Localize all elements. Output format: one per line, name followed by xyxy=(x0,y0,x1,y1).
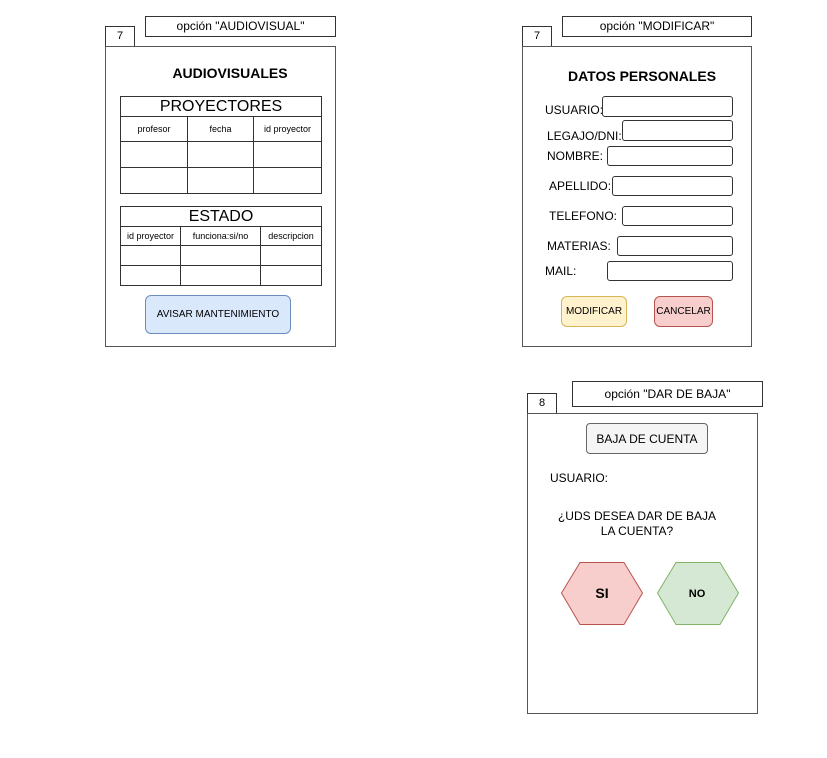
nombre-label: NOMBRE: xyxy=(547,149,604,163)
materias-label: MATERIAS: xyxy=(547,239,611,253)
baja-option-tag: opción "DAR DE BAJA" xyxy=(572,381,763,407)
table-cell xyxy=(259,245,323,266)
table-cell xyxy=(180,245,261,266)
modificar-option-text: opción "MODIFICAR" xyxy=(599,19,715,33)
estado-table: ESTADO id proyector funciona:si/no descr… xyxy=(119,206,323,286)
table-cell xyxy=(252,167,323,194)
datos-personales-title: DATOS PERSONALES xyxy=(567,68,717,84)
baja-question-line2: LA CUENTA? xyxy=(600,524,674,538)
baja-option-text: opción "DAR DE BAJA" xyxy=(604,387,731,401)
modificar-screen-number-text: 7 xyxy=(533,30,541,42)
audiovisual-screen-number: 7 xyxy=(105,26,135,47)
no-label: NO xyxy=(689,588,706,600)
legajo-field[interactable] xyxy=(622,120,733,141)
table-cell xyxy=(120,245,181,266)
no-button[interactable]: NO xyxy=(656,561,740,626)
cancelar-button[interactable]: CANCELAR xyxy=(654,296,713,327)
audiovisual-title: AUDIOVISUALES xyxy=(172,65,288,81)
baja-question-line1: ¿UDS DESEA DAR DE BAJA xyxy=(557,509,717,523)
telefono-label: TELEFONO: xyxy=(549,209,618,223)
table-cell xyxy=(187,167,254,194)
usuario-field[interactable] xyxy=(602,96,733,117)
proyectores-table: PROYECTORES profesor fecha id proyector xyxy=(119,96,323,194)
audiovisual-option-tag: opción "AUDIOVISUAL" xyxy=(145,16,336,37)
baja-screen-number-text: 8 xyxy=(538,397,546,409)
estado-caption: ESTADO xyxy=(119,206,323,227)
mail-field[interactable] xyxy=(607,261,733,281)
estado-col-funciona: funciona:si/no xyxy=(180,226,261,246)
si-label: SI xyxy=(595,585,608,601)
materias-field[interactable] xyxy=(617,236,733,256)
estado-col-id: id proyector xyxy=(120,226,181,246)
proyectores-col-fecha: fecha xyxy=(187,116,254,142)
avisar-mantenimiento-button[interactable]: AVISAR MANTENIMIENTO xyxy=(145,295,291,334)
proyectores-caption: PROYECTORES xyxy=(119,96,323,117)
cancelar-button-label: CANCELAR xyxy=(656,306,711,317)
proyectores-col-profesor: profesor xyxy=(120,116,188,142)
modificar-screen xyxy=(522,46,752,347)
proyectores-col-id: id proyector xyxy=(252,116,323,142)
audiovisual-screen-number-text: 7 xyxy=(116,30,124,42)
modificar-button[interactable]: MODIFICAR xyxy=(561,296,627,327)
avisar-mantenimiento-label: AVISAR MANTENIMIENTO xyxy=(156,309,280,320)
si-button[interactable]: SI xyxy=(560,561,644,626)
nombre-field[interactable] xyxy=(607,146,733,166)
apellido-field[interactable] xyxy=(612,176,733,196)
legajo-label: LEGAJO/DNI: xyxy=(547,129,622,143)
table-cell xyxy=(252,141,323,168)
baja-de-cuenta-label: BAJA DE CUENTA xyxy=(596,431,698,446)
usuario-label: USUARIO: xyxy=(545,103,604,117)
table-cell xyxy=(187,141,254,168)
modificar-option-tag: opción "MODIFICAR" xyxy=(562,16,752,37)
baja-de-cuenta-header: BAJA DE CUENTA xyxy=(586,423,708,454)
estado-col-descripcion: descripcion xyxy=(259,226,323,246)
baja-question: ¿UDS DESEA DAR DE BAJA LA CUENTA? xyxy=(547,509,727,539)
table-cell xyxy=(120,265,181,286)
table-cell xyxy=(120,141,188,168)
table-cell xyxy=(180,265,261,286)
apellido-label: APELLIDO: xyxy=(549,179,612,193)
table-cell xyxy=(120,167,188,194)
modificar-button-label: MODIFICAR xyxy=(565,306,623,317)
telefono-field[interactable] xyxy=(622,206,733,226)
baja-screen-number: 8 xyxy=(527,393,557,414)
baja-usuario-label: USUARIO: xyxy=(550,471,609,485)
mail-label: MAIL: xyxy=(545,264,577,278)
table-cell xyxy=(259,265,323,286)
audiovisual-option-text: opción "AUDIOVISUAL" xyxy=(176,19,305,33)
modificar-screen-number: 7 xyxy=(522,26,552,47)
